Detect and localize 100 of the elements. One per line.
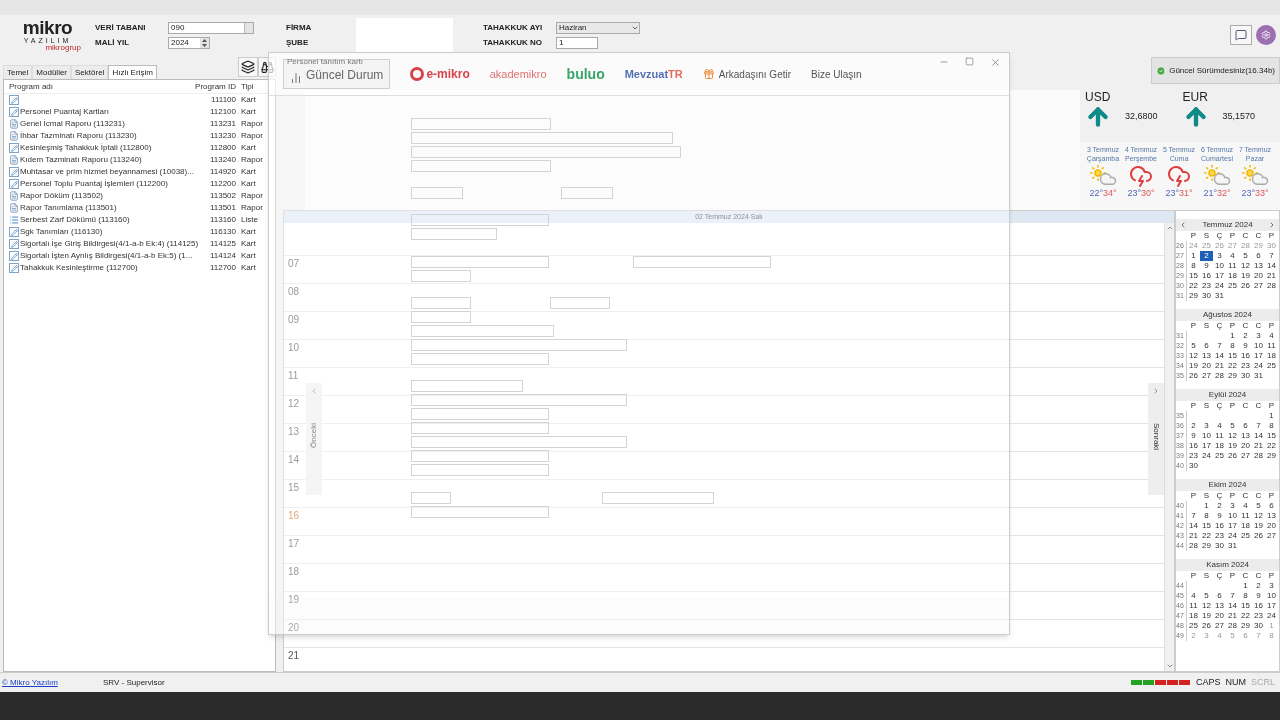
calendar-day[interactable]: 8	[1226, 341, 1239, 351]
previous-day-tab[interactable]: Önceki	[306, 383, 322, 495]
calendar-day[interactable]: 9	[1187, 431, 1200, 441]
calendar-day[interactable]: 11	[1187, 601, 1200, 611]
calendar-day[interactable]: 7	[1213, 341, 1226, 351]
calendar-day[interactable]: 23	[1213, 531, 1226, 541]
calendar-day[interactable]: 3	[1200, 421, 1213, 431]
scrollbar[interactable]	[1164, 223, 1174, 671]
calendar-day[interactable]: 13	[1252, 261, 1265, 271]
calendar-day[interactable]: 17	[1252, 351, 1265, 361]
scroll-up-icon[interactable]	[1165, 224, 1174, 232]
calendar-day[interactable]: 26	[1226, 451, 1239, 461]
calendar-day[interactable]: 23	[1239, 361, 1252, 371]
calendar-day[interactable]: 12	[1239, 261, 1252, 271]
calendar-day[interactable]: 4	[1213, 421, 1226, 431]
program-name[interactable]: Muhtasar ve prim hizmet beyannamesi (10038)...	[20, 166, 194, 178]
calendar-day[interactable]: 19	[1200, 611, 1213, 621]
calendar-day[interactable]: 17	[1226, 521, 1239, 531]
module-tab[interactable]: Hızlı Erişim	[108, 65, 157, 79]
calendar-day[interactable]: 19	[1226, 441, 1239, 451]
company-field[interactable]	[356, 18, 453, 52]
calendar-day[interactable]: 2	[1239, 331, 1252, 341]
calendar-day[interactable]: 15	[1200, 521, 1213, 531]
calendar-day[interactable]: 22	[1200, 531, 1213, 541]
year-spin-field[interactable]: 2024	[168, 36, 210, 49]
calendar-day[interactable]: 19	[1239, 271, 1252, 281]
calendar-day[interactable]: 4	[1265, 331, 1278, 341]
calendar-day[interactable]: 28	[1187, 541, 1200, 551]
calendar-day[interactable]: 30	[1213, 541, 1226, 551]
accrual-number-field[interactable]: 1	[556, 36, 598, 49]
calendar-day[interactable]: 27	[1213, 621, 1226, 631]
previous-month-icon[interactable]	[1179, 221, 1187, 229]
program-name[interactable]: İhbar Tazminatı Raporu (113230)	[20, 130, 137, 142]
calendar-day[interactable]: 13	[1200, 351, 1213, 361]
calendar-day[interactable]: 22	[1187, 281, 1200, 291]
calendar-day[interactable]: 2	[1252, 581, 1265, 591]
calendar-day[interactable]: 18	[1226, 271, 1239, 281]
calendar-day[interactable]: 1	[1200, 501, 1213, 511]
calendar-day[interactable]: 1	[1265, 411, 1278, 421]
calendar-day[interactable]: 7	[1252, 421, 1265, 431]
calendar-day[interactable]: 2	[1213, 501, 1226, 511]
e-mikro-logo[interactable]: e-mikro	[410, 65, 470, 83]
calendar-day[interactable]: 3	[1226, 501, 1239, 511]
calendar-day[interactable]: 30	[1252, 621, 1265, 631]
calendar-day[interactable]: 12	[1252, 511, 1265, 521]
close-icon[interactable]	[990, 57, 1001, 68]
calendar-day[interactable]: 17	[1265, 601, 1278, 611]
calendar-day[interactable]: 10	[1252, 341, 1265, 351]
month-dropdown[interactable]: Haziran	[556, 21, 640, 34]
calendar-day[interactable]: 8	[1187, 261, 1200, 271]
calendar-day[interactable]: 8	[1200, 511, 1213, 521]
calendar-day[interactable]: 30	[1239, 371, 1252, 381]
calendar-day[interactable]: 16	[1200, 271, 1213, 281]
calendar-day[interactable]: 16	[1187, 441, 1200, 451]
calendar-day[interactable]: 14	[1187, 521, 1200, 531]
calendar-day[interactable]: 22	[1226, 361, 1239, 371]
calendar-day[interactable]: 25	[1226, 281, 1239, 291]
calendar-day[interactable]: 21	[1226, 611, 1239, 621]
calendar-day[interactable]: 24	[1226, 531, 1239, 541]
calendar-day[interactable]: 15	[1187, 271, 1200, 281]
calendar-day[interactable]: 3	[1213, 251, 1226, 261]
calendar-day[interactable]: 1	[1226, 331, 1239, 341]
calendar-day[interactable]: 24	[1265, 611, 1278, 621]
program-name[interactable]: Kıdem Tazminatı Raporu (113240)	[20, 154, 142, 166]
calendar-day[interactable]: 30	[1187, 461, 1200, 471]
program-name[interactable]: Serbest Zarf Dökümü (113160)	[20, 214, 130, 226]
calendar-day[interactable]: 15	[1265, 431, 1278, 441]
calendar-day[interactable]: 9	[1252, 591, 1265, 601]
spin-arrows-icon[interactable]	[200, 37, 209, 48]
calendar-day[interactable]: 26	[1200, 621, 1213, 631]
program-name[interactable]: Personel Puantaj Kartları	[20, 106, 109, 118]
calendar-day[interactable]: 26	[1252, 531, 1265, 541]
database-field[interactable]: 090	[168, 21, 254, 34]
calendar-day[interactable]: 6	[1200, 341, 1213, 351]
calendar-day[interactable]: 6	[1252, 251, 1265, 261]
calendar-day[interactable]: 16	[1239, 351, 1252, 361]
chat-icon[interactable]	[1230, 25, 1252, 45]
calendar-day[interactable]: 23	[1252, 611, 1265, 621]
next-month-icon[interactable]	[1268, 221, 1276, 229]
calendar-day[interactable]: 21	[1252, 441, 1265, 451]
calendar-day[interactable]: 21	[1213, 361, 1226, 371]
calendar-day[interactable]: 23	[1187, 451, 1200, 461]
calendar-day[interactable]: 3	[1265, 581, 1278, 591]
calendar-day[interactable]: 9	[1200, 261, 1213, 271]
calendar-day[interactable]: 30	[1200, 291, 1213, 301]
calendar-day[interactable]: 3	[1252, 331, 1265, 341]
calendar-day[interactable]: 25	[1239, 531, 1252, 541]
calendar-day[interactable]: 24	[1200, 451, 1213, 461]
calendar-day[interactable]: 14	[1265, 261, 1278, 271]
calendar-day[interactable]: 29	[1187, 291, 1200, 301]
calendar-day[interactable]: 16	[1213, 521, 1226, 531]
next-day-tab[interactable]: Sonraki	[1148, 383, 1164, 495]
calendar-day[interactable]: 6	[1213, 591, 1226, 601]
program-name[interactable]: Rapor Döküm (113502)	[20, 190, 103, 202]
program-name[interactable]: Sgk Tanımları (116130)	[20, 226, 103, 238]
calendar-day[interactable]: 18	[1239, 521, 1252, 531]
calendar-day[interactable]: 14	[1213, 351, 1226, 361]
program-name[interactable]: Tahakkuk Kesinleştirme (112700)	[20, 262, 138, 274]
contact-us-button[interactable]: Bize Ulaşın	[811, 66, 862, 82]
calendar-day[interactable]: 29	[1239, 621, 1252, 631]
